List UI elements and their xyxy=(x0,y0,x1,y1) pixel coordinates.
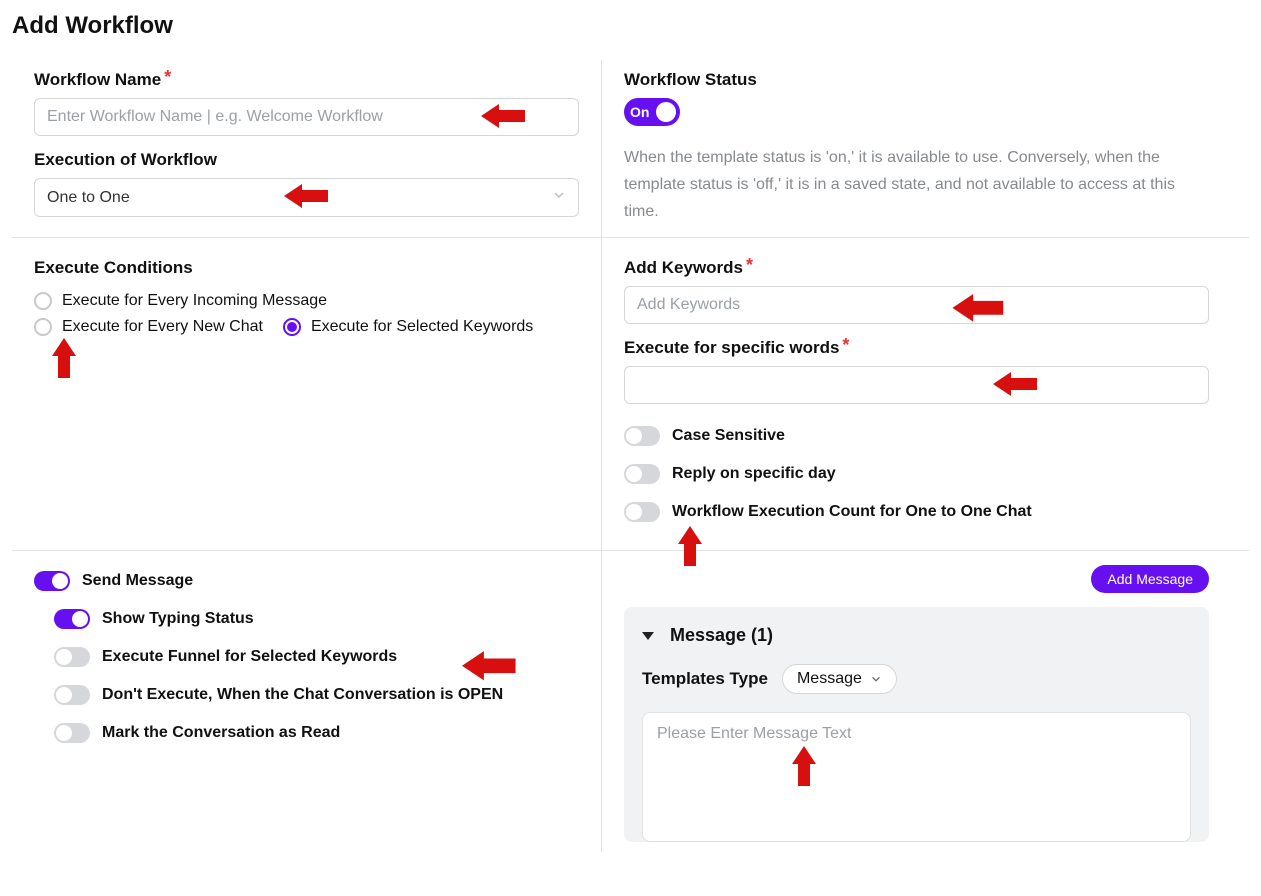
dont-execute-label: Don't Execute, When the Chat Conversatio… xyxy=(102,686,503,704)
send-message-toggle[interactable] xyxy=(34,571,70,591)
status-toggle[interactable]: On xyxy=(624,98,680,126)
hint-arrow-icon xyxy=(792,746,822,799)
funnel-label: Execute Funnel for Selected Keywords xyxy=(102,648,397,666)
typing-status-toggle[interactable] xyxy=(54,609,90,629)
page-title: Add Workflow xyxy=(12,12,1249,40)
reply-day-toggle[interactable] xyxy=(624,464,660,484)
execution-label: Execution of Workflow xyxy=(34,150,579,170)
hint-arrow-icon xyxy=(949,294,1009,329)
mark-read-toggle[interactable] xyxy=(54,723,90,743)
workflow-name-label: Workflow Name* xyxy=(34,70,579,90)
templates-type-select[interactable]: Message xyxy=(782,664,897,694)
reply-day-label: Reply on specific day xyxy=(672,465,836,483)
funnel-toggle[interactable] xyxy=(54,647,90,667)
chevron-down-icon xyxy=(870,673,882,685)
templates-type-label: Templates Type xyxy=(642,669,768,689)
case-sensitive-label: Case Sensitive xyxy=(672,427,785,445)
specific-words-label: Execute for specific words* xyxy=(624,338,1209,358)
radio-new-chat[interactable] xyxy=(34,318,52,336)
message-title: Message (1) xyxy=(670,625,773,646)
specific-words-input[interactable] xyxy=(624,366,1209,404)
send-message-label: Send Message xyxy=(82,572,193,590)
hint-arrow-icon xyxy=(462,651,518,688)
radio-selected-keywords[interactable] xyxy=(283,318,301,336)
radio-new-chat-label: Execute for Every New Chat xyxy=(62,318,263,336)
radio-every-message-label: Execute for Every Incoming Message xyxy=(62,292,327,310)
status-help-text: When the template status is 'on,' it is … xyxy=(624,144,1209,226)
hint-arrow-icon xyxy=(481,104,527,135)
add-message-button[interactable]: Add Message xyxy=(1091,565,1209,593)
radio-selected-keywords-label: Execute for Selected Keywords xyxy=(311,318,533,336)
keywords-label: Add Keywords* xyxy=(624,258,1209,278)
chevron-down-icon xyxy=(552,188,566,207)
keywords-input[interactable] xyxy=(624,286,1209,324)
conditions-label: Execute Conditions xyxy=(34,258,579,278)
status-label: Workflow Status xyxy=(624,70,1209,90)
exec-count-toggle[interactable] xyxy=(624,502,660,522)
exec-count-label: Workflow Execution Count for One to One … xyxy=(672,503,1032,521)
hint-arrow-icon xyxy=(993,372,1039,403)
hint-arrow-icon xyxy=(678,526,704,573)
message-panel: Message (1) Templates Type Message Pleas… xyxy=(624,607,1209,842)
hint-arrow-icon xyxy=(52,338,78,385)
collapse-icon[interactable] xyxy=(642,632,654,640)
mark-read-label: Mark the Conversation as Read xyxy=(102,724,340,742)
message-text-input[interactable]: Please Enter Message Text xyxy=(642,712,1191,842)
typing-status-label: Show Typing Status xyxy=(102,610,254,628)
radio-every-message[interactable] xyxy=(34,292,52,310)
case-sensitive-toggle[interactable] xyxy=(624,426,660,446)
hint-arrow-icon xyxy=(284,184,330,215)
dont-execute-toggle[interactable] xyxy=(54,685,90,705)
